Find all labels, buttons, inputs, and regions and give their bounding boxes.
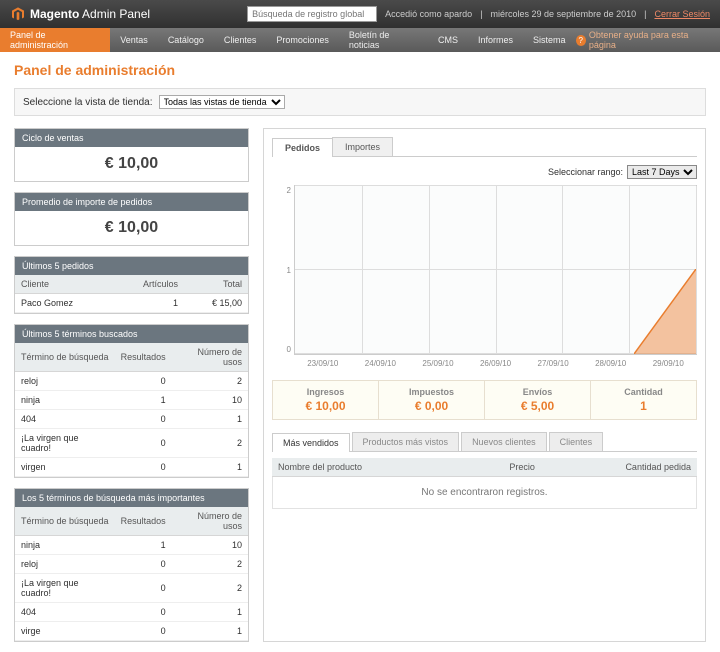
login-as-text: Accedió como apardo bbox=[385, 9, 472, 19]
table-row[interactable]: virgen01 bbox=[15, 458, 248, 477]
help-icon: ? bbox=[576, 35, 586, 46]
last-orders-box: Últimos 5 pedidos ClienteArtículosTotalP… bbox=[14, 256, 249, 314]
kpi-label: Ingresos bbox=[277, 387, 374, 397]
subtab[interactable]: Nuevos clientes bbox=[461, 432, 547, 451]
nav-item[interactable]: CMS bbox=[428, 28, 468, 52]
kpi-value: € 10,00 bbox=[277, 399, 374, 413]
table-row[interactable]: 40401 bbox=[15, 410, 248, 429]
col-header: Término de búsqueda bbox=[15, 507, 115, 536]
nav-item[interactable]: Sistema bbox=[523, 28, 576, 52]
store-switcher: Seleccione la vista de tienda: Todas las… bbox=[14, 88, 706, 116]
col-header: Artículos bbox=[112, 275, 184, 294]
col-header: Cantidad pedida bbox=[541, 458, 697, 477]
tab[interactable]: Pedidos bbox=[272, 138, 333, 157]
sales-cycle-box: Ciclo de ventas € 10,00 bbox=[14, 128, 249, 182]
table-row[interactable]: 40401 bbox=[15, 603, 248, 622]
nav-item[interactable]: Ventas bbox=[110, 28, 158, 52]
kpi-label: Cantidad bbox=[595, 387, 692, 397]
box-title: Promedio de importe de pedidos bbox=[15, 193, 248, 211]
col-header: Número de usos bbox=[172, 343, 248, 372]
store-label: Seleccione la vista de tienda: bbox=[23, 97, 153, 108]
chart-tabs: PedidosImportes bbox=[272, 137, 697, 157]
kpi-value: € 5,00 bbox=[489, 399, 586, 413]
nav-item[interactable]: Clientes bbox=[214, 28, 267, 52]
range-label: Seleccionar rango: bbox=[548, 167, 623, 177]
table-row[interactable]: ninja110 bbox=[15, 391, 248, 410]
product-table: Nombre del productoPrecioCantidad pedida bbox=[272, 458, 697, 477]
magento-icon bbox=[10, 6, 26, 22]
col-header: Cliente bbox=[15, 275, 112, 294]
page-title: Panel de administración bbox=[14, 62, 706, 78]
table-row[interactable]: ¡La virgen que cuadro!02 bbox=[15, 574, 248, 603]
col-header: Nombre del producto bbox=[272, 458, 465, 477]
kpi: Ingresos € 10,00 bbox=[273, 381, 379, 419]
header-right: Accedió como apardo | miércoles 29 de se… bbox=[247, 6, 710, 22]
date-text: miércoles 29 de septiembre de 2010 bbox=[491, 9, 637, 19]
kpi-row: Ingresos € 10,00 Impuestos € 0,00 Envíos € 5,… bbox=[272, 380, 697, 420]
no-records-text: No se encontraron registros. bbox=[272, 477, 697, 509]
logout-link[interactable]: Cerrar Sesión bbox=[654, 9, 710, 19]
x-tick: 26/09/10 bbox=[467, 359, 525, 368]
last-searches-box: Últimos 5 términos buscados Término de b… bbox=[14, 324, 249, 478]
table-row[interactable]: ninja110 bbox=[15, 536, 248, 555]
table-row[interactable]: ¡La virgen que cuadro!02 bbox=[15, 429, 248, 458]
col-header: Número de usos bbox=[172, 507, 248, 536]
sales-cycle-value: € 10,00 bbox=[23, 155, 240, 173]
right-panel: PedidosImportes Seleccionar rango: Last … bbox=[263, 128, 706, 642]
x-tick: 29/09/10 bbox=[639, 359, 697, 368]
subtab[interactable]: Productos más vistos bbox=[352, 432, 460, 451]
kpi: Impuestos € 0,00 bbox=[379, 381, 485, 419]
table-row[interactable]: virge01 bbox=[15, 622, 248, 641]
orders-chart: 210 bbox=[294, 185, 697, 355]
kpi-value: € 0,00 bbox=[383, 399, 480, 413]
kpi-label: Envíos bbox=[489, 387, 586, 397]
sep: | bbox=[480, 9, 482, 19]
sep: | bbox=[644, 9, 646, 19]
logo: Magento Admin Panel bbox=[10, 6, 150, 22]
nav-item[interactable]: Promociones bbox=[266, 28, 339, 52]
col-header: Precio bbox=[465, 458, 541, 477]
avg-order-value: € 10,00 bbox=[23, 219, 240, 237]
tab[interactable]: Importes bbox=[332, 137, 393, 156]
subtab[interactable]: Clientes bbox=[549, 432, 604, 451]
col-header: Resultados bbox=[115, 343, 172, 372]
col-header: Total bbox=[184, 275, 248, 294]
help-link[interactable]: ?Obtener ayuda para esta página bbox=[576, 30, 720, 50]
x-tick: 25/09/10 bbox=[409, 359, 467, 368]
x-tick: 27/09/10 bbox=[524, 359, 582, 368]
x-tick: 28/09/10 bbox=[582, 359, 640, 368]
main-nav: Panel de administraciónVentasCatálogoCli… bbox=[0, 28, 720, 52]
x-tick: 24/09/10 bbox=[352, 359, 410, 368]
x-tick: 23/09/10 bbox=[294, 359, 352, 368]
nav-item[interactable]: Panel de administración bbox=[0, 28, 110, 52]
table-row[interactable]: Paco Gomez1€ 15,00 bbox=[15, 294, 248, 313]
kpi-label: Impuestos bbox=[383, 387, 480, 397]
top-searches-box: Los 5 términos de búsqueda más important… bbox=[14, 488, 249, 642]
left-column: Ciclo de ventas € 10,00 Promedio de impo… bbox=[14, 128, 249, 642]
brand-text: Magento Admin Panel bbox=[30, 7, 150, 21]
sub-tabs: Más vendidosProductos más vistosNuevos c… bbox=[272, 432, 697, 452]
subtab[interactable]: Más vendidos bbox=[272, 433, 350, 452]
nav-item[interactable]: Informes bbox=[468, 28, 523, 52]
kpi: Envíos € 5,00 bbox=[485, 381, 591, 419]
chart-line bbox=[634, 269, 696, 354]
box-title: Últimos 5 términos buscados bbox=[15, 325, 248, 343]
store-select[interactable]: Todas las vistas de tienda bbox=[159, 95, 285, 109]
box-title: Los 5 términos de búsqueda más important… bbox=[15, 489, 248, 507]
table-row[interactable]: reloj02 bbox=[15, 555, 248, 574]
col-header: Resultados bbox=[115, 507, 172, 536]
header-bar: Magento Admin Panel Accedió como apardo … bbox=[0, 0, 720, 28]
nav-item[interactable]: Catálogo bbox=[158, 28, 214, 52]
kpi-value: 1 bbox=[595, 399, 692, 413]
nav-item[interactable]: Boletín de noticias bbox=[339, 28, 428, 52]
avg-order-box: Promedio de importe de pedidos € 10,00 bbox=[14, 192, 249, 246]
box-title: Ciclo de ventas bbox=[15, 129, 248, 147]
kpi: Cantidad 1 bbox=[591, 381, 696, 419]
table-row[interactable]: reloj02 bbox=[15, 372, 248, 391]
global-search-input[interactable] bbox=[247, 6, 377, 22]
box-title: Últimos 5 pedidos bbox=[15, 257, 248, 275]
range-select[interactable]: Last 7 Days bbox=[627, 165, 697, 179]
col-header: Término de búsqueda bbox=[15, 343, 115, 372]
